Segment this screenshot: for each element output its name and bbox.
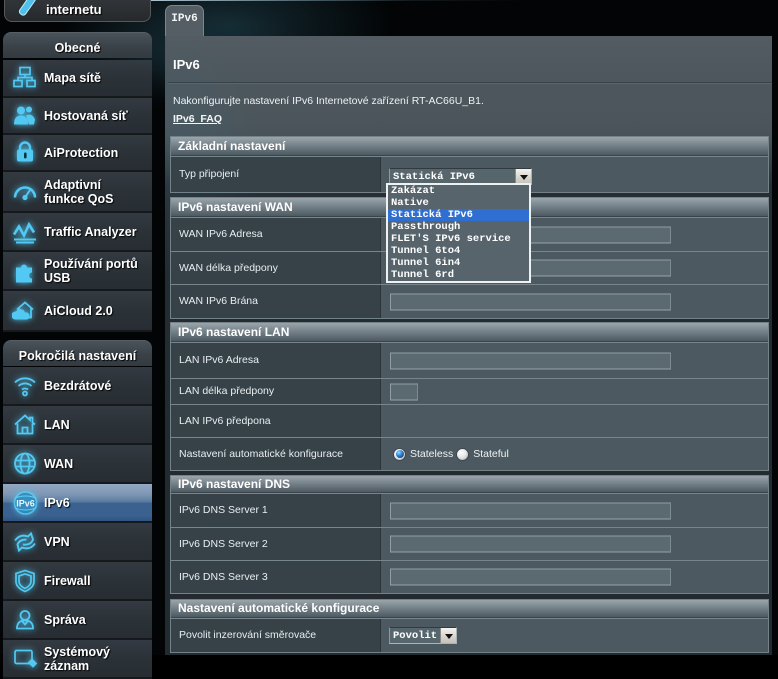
svg-text:IPv6: IPv6: [16, 498, 35, 508]
